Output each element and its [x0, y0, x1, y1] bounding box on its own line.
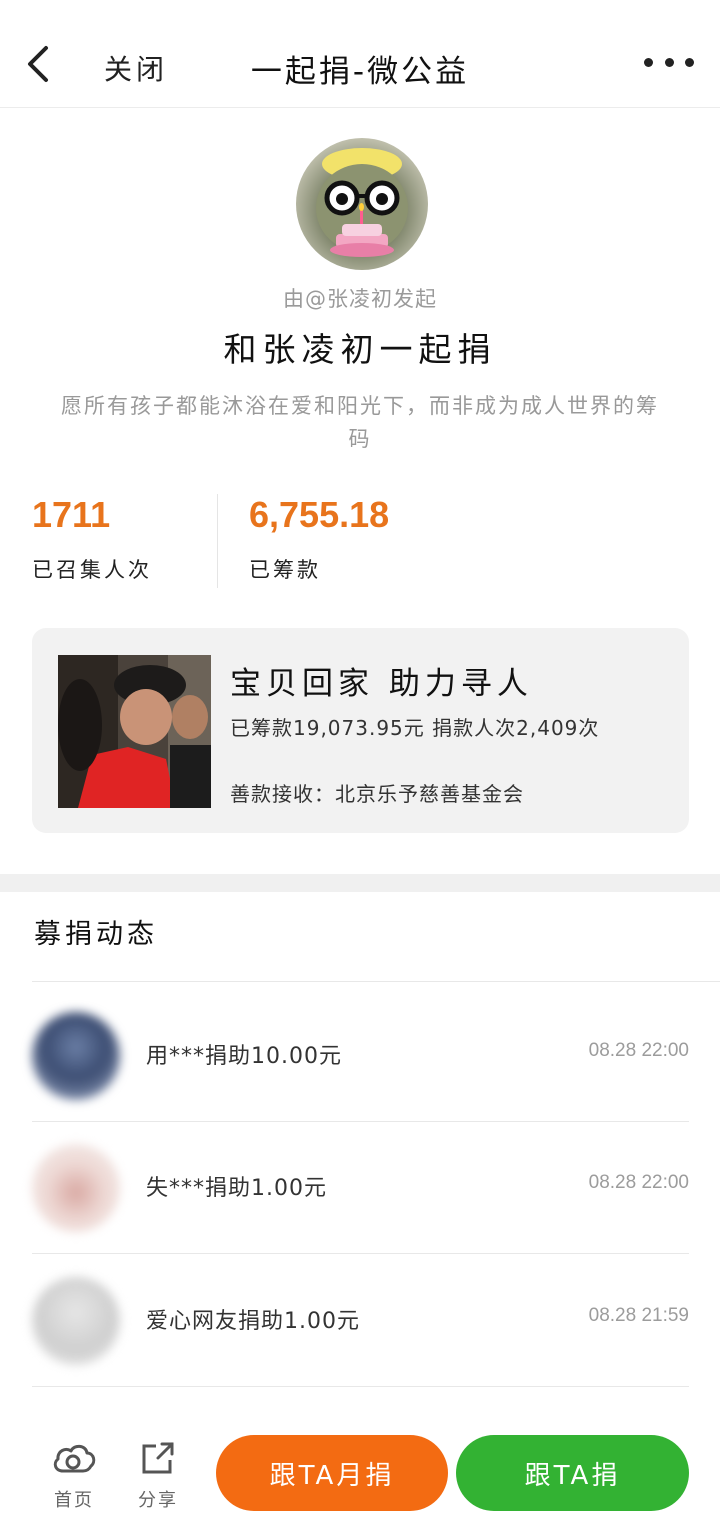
stat-divider [217, 494, 218, 588]
participants-stat: 1711 已召集人次 [32, 494, 152, 584]
list-item[interactable]: 爱心网友捐助1.00元 08.28 21:59 [32, 1255, 689, 1387]
home-tab[interactable]: 首页 [44, 1438, 104, 1512]
donation-text: 爱心网友捐助1.00元 [146, 1309, 360, 1334]
raised-amount: 6,755.18 [249, 494, 390, 535]
raised-label: 已筹款 [249, 558, 321, 582]
participants-count: 1711 [32, 494, 111, 535]
donation-time: 08.28 22:00 [588, 1040, 689, 1061]
list-item[interactable]: 用***捐助10.00元 08.28 22:00 [32, 990, 689, 1122]
donation-time: 08.28 22:00 [588, 1172, 689, 1193]
donor-avatar [32, 1277, 120, 1365]
share-tab[interactable]: 分享 [128, 1438, 188, 1512]
section-divider [0, 874, 720, 892]
share-icon [142, 1442, 174, 1474]
campaign-title: 和张凌初一起捐 [223, 330, 497, 369]
more-dot-icon [664, 57, 674, 67]
donate-button[interactable]: 跟TA捐 [456, 1435, 689, 1511]
list-item[interactable]: 失***捐助1.00元 08.28 22:00 [32, 1122, 689, 1254]
home-tab-label: 首页 [54, 1490, 94, 1511]
initiator-avatar[interactable] [296, 138, 428, 270]
project-name: 宝贝回家 助力寻人 [230, 666, 533, 702]
feed-title: 募捐动态 [34, 919, 158, 950]
donation-text: 用***捐助10.00元 [146, 1044, 342, 1069]
initiator-label[interactable]: 由@张凌初发起 [0, 283, 720, 313]
feed-title-divider [32, 981, 720, 982]
project-receiver: 善款接收：北京乐予慈善基金会 [230, 782, 524, 806]
donor-avatar [32, 1012, 120, 1100]
donor-avatar [32, 1144, 120, 1232]
project-stats: 已筹款19,073.95元 捐款人次2,409次 [230, 716, 600, 740]
donation-time: 08.28 21:59 [588, 1305, 689, 1326]
page-title: 一起捐-微公益 [250, 54, 470, 90]
top-navigation-bar: 关闭 一起捐-微公益 [0, 0, 720, 108]
project-photo [58, 655, 211, 808]
avatar-illustration [316, 148, 408, 257]
bottom-action-bar: 首页 分享 跟TA月捐 跟TA捐 [0, 1420, 720, 1540]
donation-text: 失***捐助1.00元 [146, 1176, 327, 1201]
project-thumbnail [58, 655, 211, 808]
more-options-button[interactable] [644, 48, 694, 76]
share-tab-label: 分享 [138, 1490, 178, 1511]
more-dot-icon [685, 57, 694, 67]
raised-stat: 6,755.18 已筹款 [249, 494, 389, 584]
project-card[interactable]: 宝贝回家 助力寻人 已筹款19,073.95元 捐款人次2,409次 善款接收：… [32, 628, 689, 833]
monthly-donate-button[interactable]: 跟TA月捐 [216, 1435, 448, 1511]
more-dot-icon [644, 57, 653, 67]
campaign-description: 愿所有孩子都能沐浴在爱和阳光下，而非成为成人世界的筹码 [61, 394, 659, 451]
weibo-cloud-icon [53, 1444, 96, 1473]
participants-label: 已召集人次 [32, 558, 152, 582]
